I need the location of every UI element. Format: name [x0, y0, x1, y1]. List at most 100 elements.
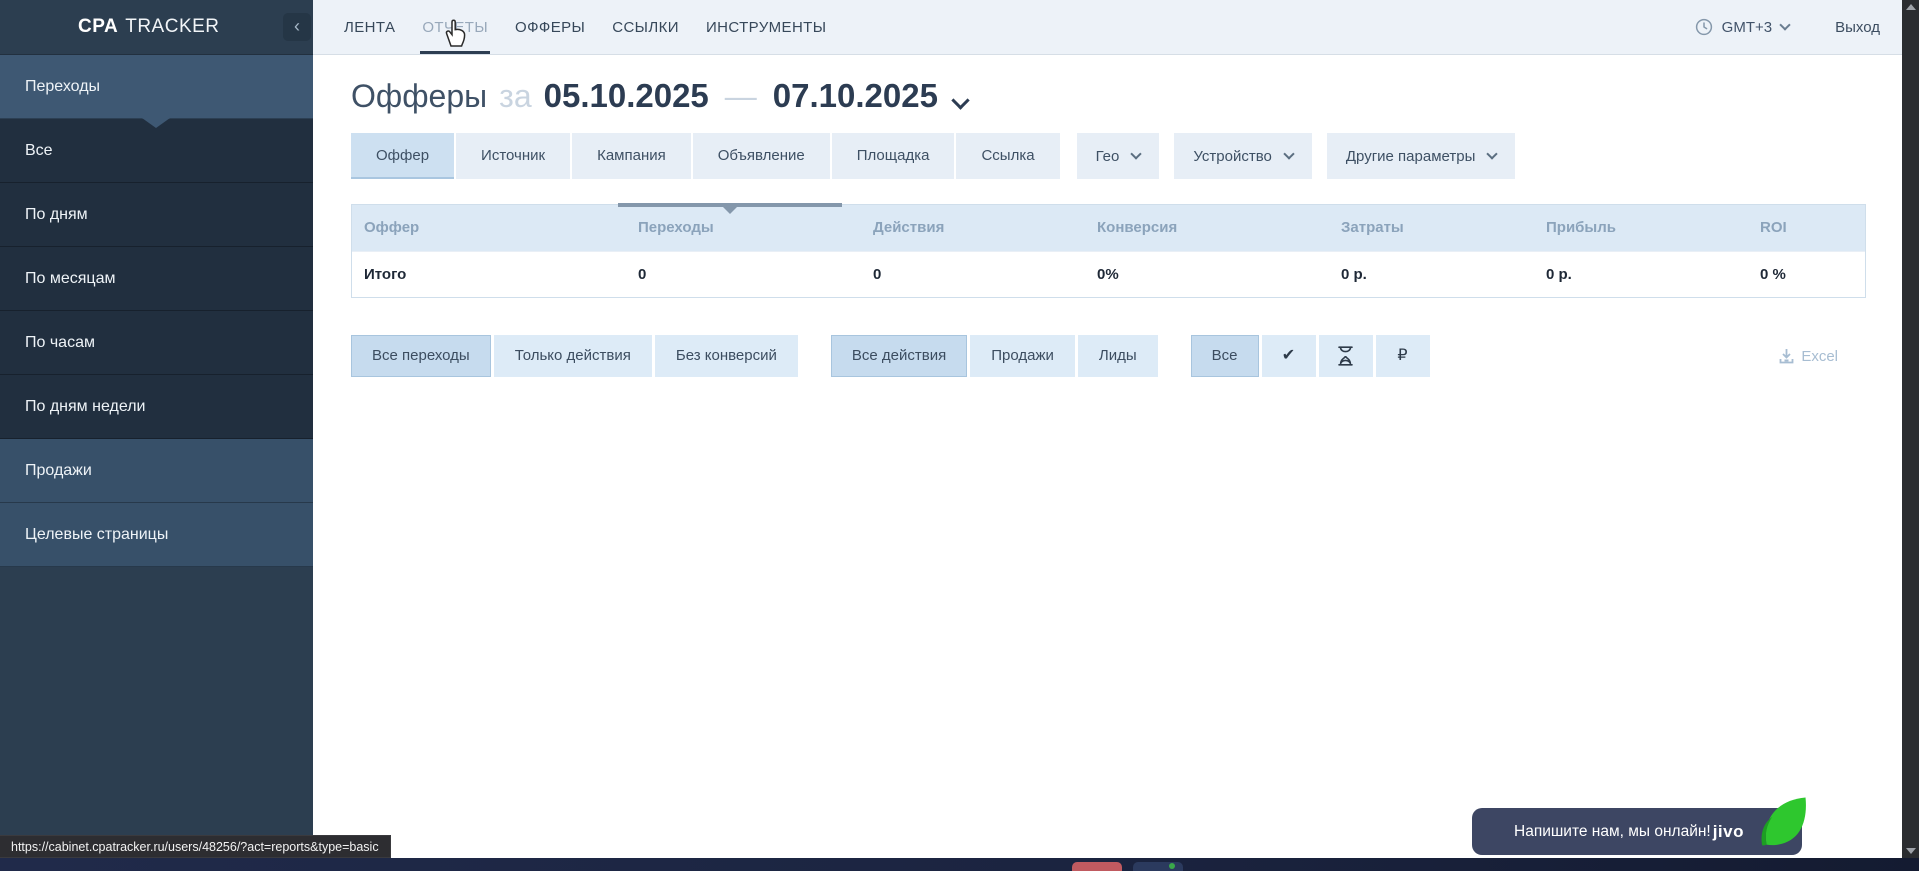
brand-cpa: CPA: [78, 16, 118, 38]
title-preposition: за: [499, 78, 531, 115]
tab-kampaniya[interactable]: Кампания: [572, 133, 691, 179]
actions-filter-group: Все действия Продажи Лиды: [831, 335, 1161, 377]
filter-label: Лиды: [1099, 347, 1137, 364]
sidebar-item-po-mesyacam[interactable]: По месяцам: [0, 247, 313, 311]
filter-no-conversions[interactable]: Без конверсий: [655, 335, 798, 377]
filter-status-all[interactable]: Все: [1191, 335, 1259, 377]
column-header-label: Затраты: [1341, 219, 1404, 236]
filter-all-transitions[interactable]: Все переходы: [351, 335, 491, 377]
filter-label: Только действия: [515, 347, 631, 364]
sidebar-item-label: По дням: [25, 206, 88, 224]
totals-conversion: 0%: [1085, 252, 1329, 298]
hourglass-icon: [1337, 346, 1354, 366]
check-icon: ✔: [1282, 335, 1295, 377]
status-url-tooltip: https://cabinet.cpatracker.ru/users/4825…: [0, 835, 391, 858]
filter-leads[interactable]: Лиды: [1078, 335, 1158, 377]
chevron-down-icon: [1487, 148, 1498, 159]
column-header-roi[interactable]: ROI: [1748, 205, 1865, 251]
chevron-down-icon: [1779, 19, 1790, 30]
scroll-down-arrow-icon[interactable]: [1906, 848, 1916, 854]
taskbar-strip: [0, 858, 1919, 871]
tab-ssylka[interactable]: Ссылка: [956, 133, 1059, 179]
filter-approved-button[interactable]: ✔: [1262, 335, 1316, 377]
ruble-icon: ₽: [1397, 335, 1407, 377]
nav-item-offery[interactable]: ОФФЕРЫ: [515, 0, 585, 54]
filter-label: Без конверсий: [676, 347, 777, 364]
column-header-transitions[interactable]: Переходы: [626, 205, 861, 251]
nav-item-label: ОФФЕРЫ: [515, 19, 585, 36]
column-header-profit[interactable]: Прибыль: [1534, 205, 1748, 251]
excel-export-link[interactable]: Excel: [1779, 335, 1838, 377]
date-range-chevron-icon[interactable]: [951, 91, 969, 109]
transitions-filter-group: Все переходы Только действия Без конверс…: [351, 335, 801, 377]
column-header-actions[interactable]: Действия: [861, 205, 1085, 251]
filter-label: Все действия: [852, 347, 946, 364]
filter-sales[interactable]: Продажи: [970, 335, 1075, 377]
date-from[interactable]: 05.10.2025: [544, 77, 709, 115]
status-filter-group: Все ✔ ₽: [1191, 335, 1433, 377]
chevron-down-icon: [1131, 148, 1142, 159]
jivo-leaf-icon: [1756, 796, 1808, 856]
sidebar-item-label: Переходы: [25, 78, 100, 96]
chat-message: Напишите нам, мы онлайн!: [1514, 823, 1711, 841]
report-table: Оффер Переходы Действия Конверсия Затрат…: [351, 204, 1866, 298]
sidebar-item-celevye-stranicy[interactable]: Целевые страницы: [0, 503, 313, 567]
report-page: Офферы за 05.10.2025 — 07.10.2025 Оффер …: [313, 55, 1902, 858]
nav-item-lenta[interactable]: ЛЕНТА: [344, 0, 395, 54]
sidebar-item-perehody[interactable]: Переходы: [0, 55, 313, 119]
geo-dropdown-button[interactable]: Гео: [1077, 133, 1160, 179]
column-header-offer[interactable]: Оффер: [352, 205, 626, 251]
sidebar-collapse-button[interactable]: ‹: [283, 13, 311, 41]
totals-roi: 0 %: [1748, 252, 1865, 298]
sidebar-item-po-dnyam-nedeli[interactable]: По дням недели: [0, 375, 313, 439]
totals-label: Итого: [352, 252, 626, 298]
column-header-conversion[interactable]: Конверсия: [1085, 205, 1329, 251]
timezone-selector[interactable]: GMT+3: [1695, 18, 1789, 36]
column-header-label: Оффер: [364, 219, 419, 236]
totals-actions: 0: [861, 252, 1085, 298]
filter-label: Все: [1212, 347, 1238, 364]
column-header-costs[interactable]: Затраты: [1329, 205, 1534, 251]
filter-only-actions[interactable]: Только действия: [494, 335, 652, 377]
chevron-down-icon: [1283, 148, 1294, 159]
dropdown-label: Другие параметры: [1346, 148, 1476, 165]
other-params-dropdown-button[interactable]: Другие параметры: [1327, 133, 1516, 179]
tab-label: Площадка: [857, 147, 930, 164]
logout-link[interactable]: Выход: [1835, 19, 1880, 36]
device-dropdown-button[interactable]: Устройство: [1174, 133, 1311, 179]
sort-indicator: [618, 203, 842, 207]
totals-costs: 0 р.: [1329, 252, 1534, 298]
nav-item-instrumenty[interactable]: ИНСТРУМЕНТЫ: [706, 0, 827, 54]
sidebar-item-label: По дням недели: [25, 398, 145, 416]
date-to[interactable]: 07.10.2025: [773, 77, 938, 115]
dropdown-label: Гео: [1096, 148, 1120, 165]
filter-pending-button[interactable]: [1319, 335, 1373, 377]
sidebar-item-label: По часам: [25, 334, 95, 352]
sidebar-item-po-dnyam[interactable]: По дням: [0, 183, 313, 247]
filter-paid-button[interactable]: ₽: [1376, 335, 1430, 377]
taskbar-icon-blue: [1133, 862, 1183, 871]
sidebar-item-label: По месяцам: [25, 270, 115, 288]
tab-ploshchadka[interactable]: Площадка: [832, 133, 955, 179]
page-title: Офферы за 05.10.2025 — 07.10.2025: [351, 77, 967, 115]
nav-item-ssylki[interactable]: ССЫЛКИ: [612, 0, 679, 54]
tab-offer[interactable]: Оффер: [351, 133, 454, 179]
tab-label: Кампания: [597, 147, 666, 164]
scroll-up-arrow-icon[interactable]: [1906, 4, 1916, 10]
top-navigation: ЛЕНТА ОТЧЕТЫ ОФФЕРЫ ССЫЛКИ ИНСТРУМЕНТЫ: [313, 0, 826, 54]
sidebar-item-po-chasam[interactable]: По часам: [0, 311, 313, 375]
tab-label: Оффер: [376, 147, 429, 164]
sidebar-item-vse[interactable]: Все: [0, 119, 313, 183]
table-row-totals: Итого 0 0 0% 0 р. 0 р. 0 %: [352, 251, 1865, 297]
chat-widget[interactable]: Напишите нам, мы онлайн! jivo: [1472, 808, 1802, 855]
tab-label: Объявление: [718, 147, 805, 164]
nav-item-label: ССЫЛКИ: [612, 19, 679, 36]
report-title: Офферы: [351, 78, 487, 115]
filter-all-actions[interactable]: Все действия: [831, 335, 967, 377]
sidebar-item-prodazhi[interactable]: Продажи: [0, 439, 313, 503]
excel-label: Excel: [1801, 348, 1838, 365]
tab-obyavlenie[interactable]: Объявление: [693, 133, 830, 179]
brand-tracker: TRACKER: [125, 16, 219, 38]
tab-istochnik[interactable]: Источник: [456, 133, 570, 179]
scrollbar[interactable]: [1902, 0, 1919, 858]
